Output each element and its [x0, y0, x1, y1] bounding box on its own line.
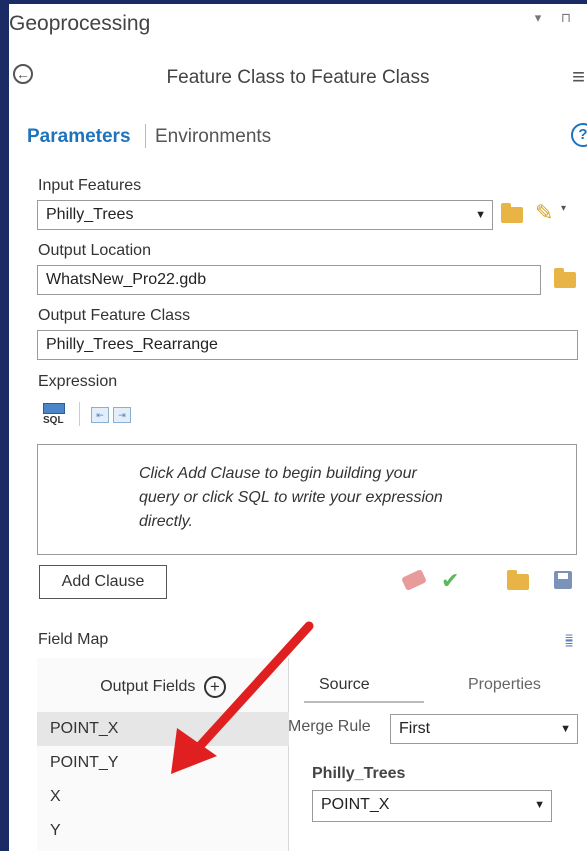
folder-icon[interactable]: [507, 570, 529, 590]
help-icon[interactable]: ?: [571, 123, 587, 147]
tool-title: Feature Class to Feature Class: [166, 67, 430, 88]
tab-parameters[interactable]: Parameters: [27, 126, 131, 148]
field-map-sort-icon[interactable]: ≡ ≡: [565, 630, 581, 650]
source-field-dropdown[interactable]: POINT_X ▼: [312, 790, 552, 822]
pane-pin-controls[interactable]: ▾ ⊓: [535, 10, 579, 26]
geoprocessing-pane: Geoprocessing ▾ ⊓ ← Feature Class to Fea…: [9, 4, 587, 851]
chevron-down-icon: ▼: [534, 799, 545, 811]
input-features-dropdown[interactable]: Philly_Trees ▼: [37, 200, 493, 230]
output-feature-class-input[interactable]: Philly_Trees_Rearrange: [37, 330, 578, 360]
toolbar-separator: [79, 402, 80, 426]
expression-label: Expression: [38, 373, 118, 390]
pane-title: Geoprocessing: [9, 12, 151, 35]
save-icon[interactable]: [554, 571, 572, 589]
eraser-icon[interactable]: [401, 569, 427, 591]
field-row[interactable]: Y: [37, 814, 289, 848]
merge-rule-value: First: [399, 720, 431, 737]
output-location-input[interactable]: WhatsNew_Pro22.gdb: [37, 265, 541, 295]
menu-icon[interactable]: ≡: [572, 64, 585, 90]
outdent-icon[interactable]: ⇤: [91, 407, 109, 423]
source-field-value: POINT_X: [321, 796, 390, 813]
folder-icon[interactable]: [501, 203, 523, 223]
field-map-label: Field Map: [38, 631, 109, 648]
pencil-dropdown-arrow-icon[interactable]: ▾: [561, 203, 566, 214]
indent-icon[interactable]: ⇥: [113, 407, 131, 423]
chevron-down-icon: ▼: [560, 723, 571, 735]
input-features-label: Input Features: [38, 177, 142, 194]
folder-icon[interactable]: [554, 268, 576, 288]
field-row[interactable]: X: [37, 780, 289, 814]
merge-rule-dropdown[interactable]: First ▼: [390, 714, 578, 744]
tab-properties[interactable]: Properties: [468, 676, 541, 694]
expression-hint: Click Add Clause to begin building your …: [139, 465, 443, 530]
add-clause-button[interactable]: Add Clause: [39, 565, 167, 599]
window-frame-left: [0, 0, 9, 851]
sql-icon[interactable]: SQL: [43, 403, 65, 427]
check-icon[interactable]: ✔: [441, 568, 459, 594]
chevron-down-icon: ▼: [475, 209, 486, 221]
tab-separator: [145, 124, 146, 148]
output-feature-class-label: Output Feature Class: [38, 307, 191, 324]
tab-environments[interactable]: Environments: [155, 126, 271, 148]
output-location-label: Output Location: [38, 242, 151, 259]
pencil-edit-icon[interactable]: ✎: [535, 200, 553, 226]
red-annotation-arrow-icon: [171, 621, 314, 774]
sql-text: SQL: [43, 415, 64, 426]
input-features-value: Philly_Trees: [46, 206, 134, 223]
